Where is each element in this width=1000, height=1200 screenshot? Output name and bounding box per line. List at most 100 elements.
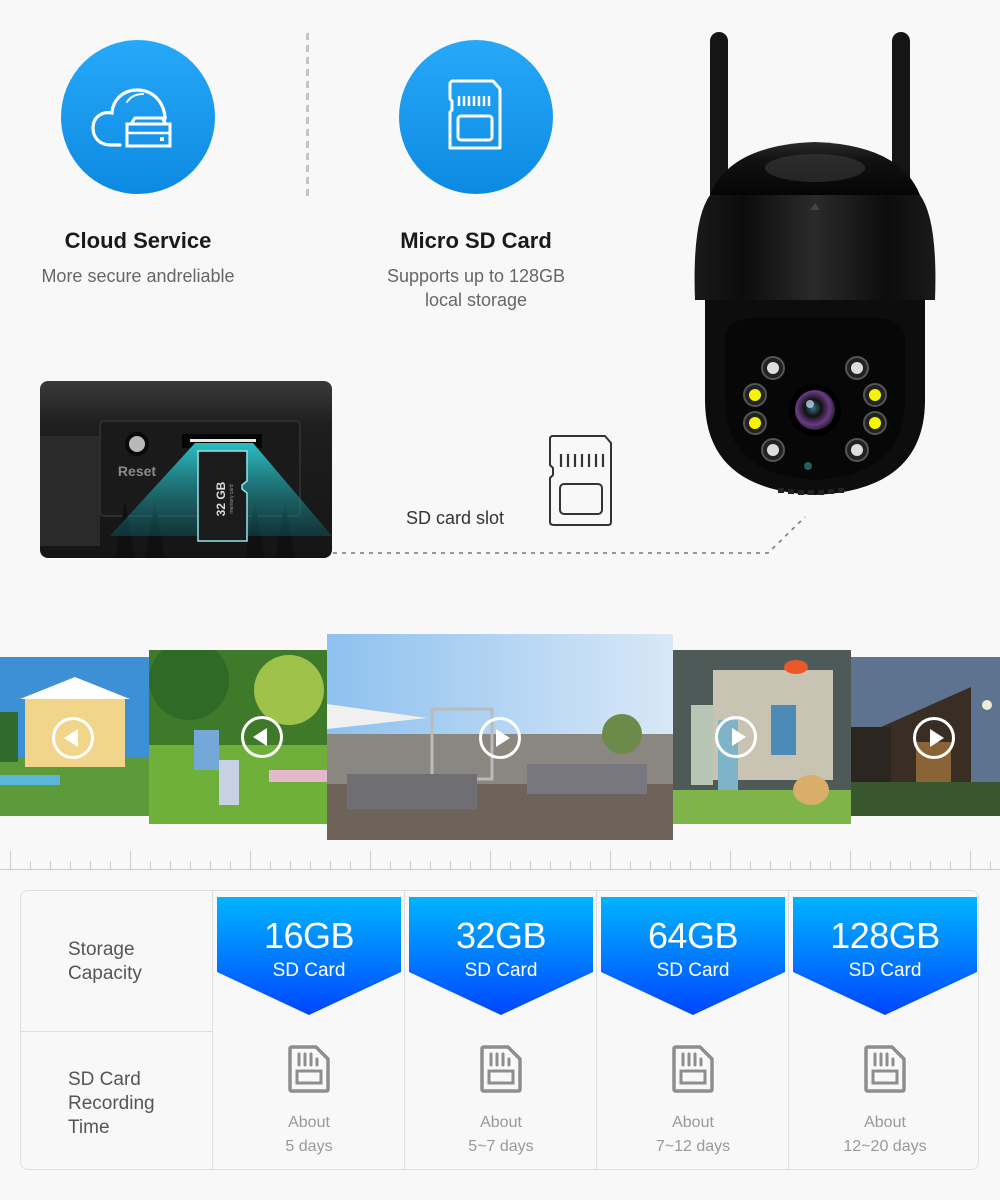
row-header-line: Time [68, 1117, 110, 1138]
ruler-minor-tick [650, 861, 651, 870]
ruler-minor-tick [590, 861, 591, 870]
ruler-minor-tick [690, 861, 691, 870]
ruler-minor-tick [410, 861, 411, 870]
sd-slot-photo: Reset 32 GB memory card [40, 381, 332, 558]
capacity-column: 32GB SD Card About 5~7 days [405, 891, 597, 1169]
ruler-minor-tick [210, 861, 211, 870]
ruler-minor-tick [30, 861, 31, 870]
ruler-minor-tick [470, 861, 471, 870]
feature-subtitle: Supports up to 128GB local storage [326, 264, 626, 312]
capacity-type: SD Card [272, 960, 346, 981]
ruler-major-tick [10, 851, 11, 870]
play-icon[interactable] [52, 717, 94, 759]
micro-sd-card-icon [448, 79, 502, 150]
feature-title: Cloud Service [64, 228, 212, 253]
recording-time-days: 7~12 days [655, 1138, 731, 1155]
recording-time: About 7~12 days [597, 1111, 789, 1159]
play-icon[interactable] [913, 717, 955, 759]
capacity-column: 128GB SD Card About 12~20 days [789, 891, 981, 1169]
sd-capacity-table: Storage Capacity SD Card Recording Time … [20, 890, 979, 1170]
recording-time: About 12~20 days [789, 1111, 981, 1159]
ruler-minor-tick [350, 861, 351, 870]
capacity-type: SD Card [656, 960, 730, 981]
ruler-minor-tick [950, 861, 951, 870]
sd-card-icon [864, 1045, 906, 1093]
ruler-minor-tick [830, 861, 831, 870]
row-header-line: Capacity [68, 963, 142, 984]
recording-time-prefix: About [864, 1114, 906, 1131]
ruler-minor-tick [390, 861, 391, 870]
ruler-minor-tick [230, 861, 231, 870]
ruler-minor-tick [910, 861, 911, 870]
play-icon[interactable] [479, 717, 521, 759]
feature-subtitle-line: Supports up to 128GB [386, 266, 566, 286]
ruler-minor-tick [790, 861, 791, 870]
recording-time: About 5~7 days [405, 1111, 597, 1159]
ruler-major-tick [250, 851, 251, 870]
scene-photo-terrace[interactable] [327, 634, 673, 840]
ruler-minor-tick [770, 861, 771, 870]
scene-photo-villa[interactable] [0, 657, 149, 816]
micro-sd-badge [399, 40, 553, 194]
ruler-major-tick [730, 851, 731, 870]
feature-title: Micro SD Card [400, 228, 552, 253]
decorative-ruler [0, 848, 1000, 870]
scene-photo-picnic[interactable] [149, 650, 327, 824]
ruler-minor-tick [150, 861, 151, 870]
scene-photo-frisbee[interactable] [673, 650, 851, 824]
ruler-major-tick [490, 851, 491, 870]
scene-photo-modern-house[interactable] [851, 657, 1000, 816]
recording-time-days: 5 days [285, 1138, 333, 1155]
ruler-minor-tick [670, 861, 671, 870]
card-capacity-label: 32 GB [214, 481, 228, 516]
feature-subtitle-line: local storage [424, 290, 528, 310]
ruler-minor-tick [90, 861, 91, 870]
ruler-minor-tick [430, 861, 431, 870]
ruler-minor-tick [170, 861, 171, 870]
capacity-value: 16GB [263, 915, 355, 956]
ruler-minor-tick [750, 861, 751, 870]
capacity-column: 64GB SD Card About 7~12 days [597, 891, 789, 1169]
ruler-minor-tick [450, 861, 451, 870]
cloud-storage-icon [91, 88, 172, 148]
play-icon[interactable] [715, 716, 757, 758]
ruler-minor-tick [190, 861, 191, 870]
ruler-minor-tick [310, 861, 311, 870]
ruler-major-tick [610, 851, 611, 870]
recording-time-days: 5~7 days [468, 1138, 534, 1155]
ruler-major-tick [970, 851, 971, 870]
row-header-recording-time: SD Card Recording Time [21, 1068, 213, 1140]
ruler-minor-tick [630, 861, 631, 870]
camera-product-image [670, 20, 960, 510]
ruler-minor-tick [110, 861, 111, 870]
capacity-value: 128GB [830, 915, 940, 956]
row-header-line: SD Card [68, 1069, 141, 1090]
ruler-minor-tick [290, 861, 291, 870]
micro-sd-card: 32 GB memory card [197, 450, 248, 542]
feature-divider [306, 33, 309, 200]
ruler-minor-tick [990, 861, 991, 870]
capacity-banner: 128GB SD Card [793, 897, 977, 1015]
callout-connector-line [333, 516, 806, 554]
ruler-major-tick [850, 851, 851, 870]
capacity-banner: 64GB SD Card [601, 897, 785, 1015]
recording-time-prefix: About [288, 1114, 330, 1131]
ruler-minor-tick [270, 861, 271, 870]
ruler-minor-tick [550, 861, 551, 870]
ruler-minor-tick [50, 861, 51, 870]
ruler-minor-tick [510, 861, 511, 870]
ruler-minor-tick [890, 861, 891, 870]
sd-card-icon [480, 1045, 522, 1093]
recording-time: About 5 days [213, 1111, 405, 1159]
capacity-column: 16GB SD Card About 5 days [213, 891, 405, 1169]
ruler-minor-tick [70, 861, 71, 870]
capacity-value: 64GB [647, 915, 739, 956]
ruler-minor-tick [330, 861, 331, 870]
play-icon[interactable] [241, 716, 283, 758]
ruler-minor-tick [930, 861, 931, 870]
sd-card-icon [288, 1045, 330, 1093]
capacity-type: SD Card [848, 960, 922, 981]
recording-time-days: 12~20 days [843, 1138, 927, 1155]
row-header-line: Recording [68, 1093, 155, 1114]
ruler-major-tick [130, 851, 131, 870]
